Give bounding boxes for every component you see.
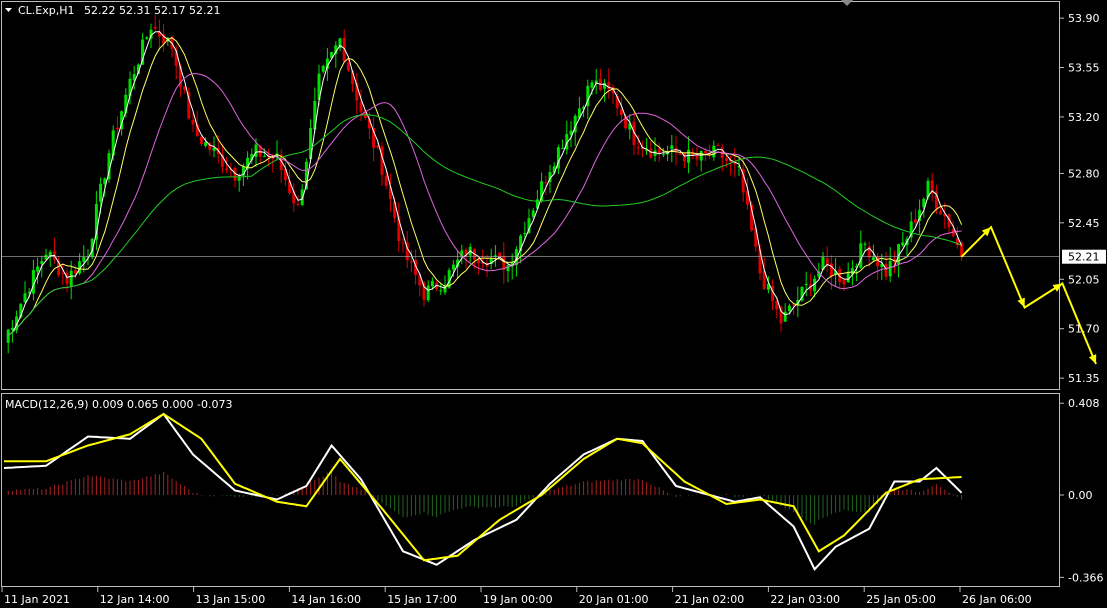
y-tick-label: 52.45 (1068, 217, 1100, 230)
candle-body (716, 145, 720, 147)
candle-body (65, 272, 69, 284)
candle-body (901, 242, 905, 246)
candle-body (842, 279, 846, 285)
candle-body (699, 150, 703, 161)
y-tick-label: 51.35 (1068, 372, 1100, 385)
candle-body (913, 219, 917, 223)
candle-body (561, 147, 565, 149)
candle-body (262, 156, 266, 158)
candle-body (36, 266, 40, 272)
y-tick-label: 51.70 (1068, 323, 1100, 336)
x-tick-label: 13 Jan 15:00 (196, 593, 266, 606)
candle-body (237, 176, 241, 181)
candle-body (590, 82, 594, 88)
candle-body (296, 204, 300, 206)
candle-body (787, 305, 791, 312)
y-tick-label: 52.05 (1068, 273, 1100, 286)
candle-body (884, 263, 888, 277)
candle-body (451, 264, 455, 270)
y-tick-label: 52.80 (1068, 167, 1100, 180)
candle-body (603, 82, 607, 89)
candle-body (401, 242, 405, 244)
candle-body (254, 144, 258, 157)
y-tick-label: 53.55 (1068, 62, 1100, 75)
candle-body (61, 272, 65, 274)
candle-body (199, 136, 203, 145)
candle-body (426, 285, 430, 301)
symbol-label: CL.Exp,H1 (18, 4, 75, 17)
candle-body (153, 27, 157, 29)
candle-body (225, 168, 229, 170)
macd-y-tick-label: -0.366 (1068, 571, 1103, 584)
candle-body (661, 154, 665, 156)
candle-body (359, 101, 363, 112)
candle-body (99, 183, 103, 202)
candle-body (888, 261, 892, 277)
chart-background (0, 0, 1107, 608)
candle-body (523, 233, 527, 235)
candle-body (40, 261, 44, 264)
candle-body (804, 284, 808, 286)
x-tick-label: 11 Jan 2021 (4, 593, 70, 606)
candle-body (687, 149, 691, 163)
x-tick-label: 22 Jan 03:00 (770, 593, 840, 606)
candle-body (678, 153, 682, 155)
candle-body (783, 311, 787, 322)
candle-body (6, 329, 10, 343)
x-tick-label: 19 Jan 00:00 (483, 593, 553, 606)
x-tick-label: 26 Jan 06:00 (962, 593, 1032, 606)
candle-body (636, 147, 640, 149)
y-tick-label: 53.20 (1068, 111, 1100, 124)
current-price-label: 52.21 (1068, 251, 1100, 264)
candle-body (859, 243, 863, 268)
macd-y-tick-label: 0.00 (1068, 489, 1093, 502)
ohlc-values: 52.22 52.31 52.17 52.21 (84, 4, 220, 17)
candle-body (724, 158, 728, 161)
candle-body (649, 148, 653, 158)
x-tick-label: 20 Jan 01:00 (579, 593, 649, 606)
candle-body (939, 211, 943, 215)
y-tick-label: 53.90 (1068, 12, 1100, 25)
candle-body (871, 257, 875, 261)
x-tick-label: 12 Jan 14:00 (100, 593, 170, 606)
candle-body (115, 127, 119, 130)
candle-body (82, 256, 86, 262)
candle-body (409, 261, 413, 263)
candle-body (384, 175, 388, 186)
x-tick-label: 25 Jan 05:00 (866, 593, 936, 606)
candle-body (212, 147, 216, 151)
candle-body (346, 62, 350, 71)
candle-body (191, 119, 195, 125)
x-tick-label: 21 Jan 02:00 (675, 593, 745, 606)
x-tick-label: 15 Jan 17:00 (387, 593, 457, 606)
candle-body (703, 151, 707, 154)
candle-body (544, 182, 548, 184)
candle-body (321, 65, 325, 72)
candle-body (619, 109, 623, 116)
x-tick-label: 14 Jan 16:00 (291, 593, 361, 606)
candle-body (846, 271, 850, 282)
macd-y-tick-label: 0.408 (1068, 397, 1100, 410)
candle-body (111, 130, 115, 156)
candle-body (430, 281, 434, 287)
trading-chart[interactable]: 53.90 53.55 53.20 52.80 52.45 52.05 51.70 51.35… (0, 0, 1107, 608)
candle-body (792, 304, 796, 306)
candle-body (657, 148, 661, 154)
candle-body (531, 210, 535, 217)
candle-body (69, 270, 73, 286)
candle-body (498, 252, 502, 257)
candle-body (204, 142, 208, 146)
candle-body (439, 290, 443, 292)
candle-body (23, 293, 27, 303)
candle-body (145, 37, 149, 39)
candle-body (670, 145, 674, 150)
macd-indicator-label: MACD(12,26,9) 0.009 0.065 0.000 -0.073 (5, 398, 232, 411)
candle-body (863, 243, 867, 245)
